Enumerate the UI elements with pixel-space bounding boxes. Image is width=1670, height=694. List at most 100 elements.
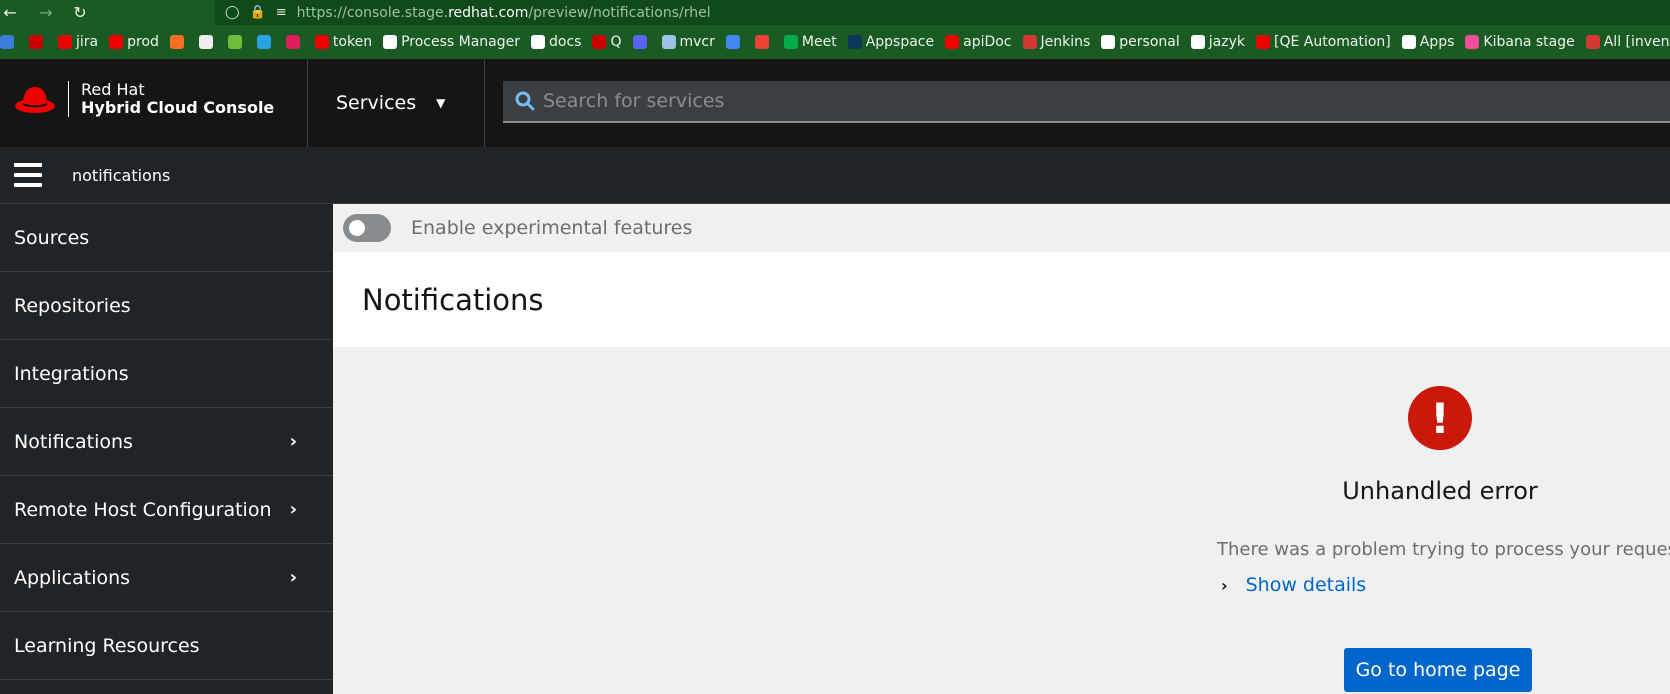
bookmark-item[interactable]: personal xyxy=(1101,34,1180,50)
bookmark-item[interactable] xyxy=(198,35,217,49)
go-home-button[interactable]: Go to home page xyxy=(1344,648,1532,692)
bookmark-label: docs xyxy=(549,34,582,50)
masthead: Red Hat Hybrid Cloud Console Services ▼ xyxy=(0,59,1670,147)
permissions-icon[interactable]: ≡ xyxy=(276,5,287,20)
sub-header: notifications xyxy=(0,147,1670,204)
chevron-right-icon: › xyxy=(289,567,297,588)
bookmark-item[interactable]: mvcr xyxy=(661,34,715,50)
bookmark-item[interactable] xyxy=(725,35,744,49)
bookmark-item[interactable]: jira xyxy=(58,34,98,50)
bookmark-label: Meet xyxy=(801,34,837,50)
bookmark-item[interactable]: apiDoc xyxy=(945,34,1012,50)
bookmark-label: Process Manager xyxy=(401,34,521,50)
bookmark-item[interactable]: Q xyxy=(592,34,622,50)
show-details-toggle[interactable]: › Show details xyxy=(1221,574,1366,596)
bookmark-icon xyxy=(1022,35,1037,49)
sidebar-item[interactable]: Applications › xyxy=(0,544,333,612)
bookmark-label: token xyxy=(332,34,373,50)
bookmark-item[interactable] xyxy=(227,35,246,49)
bookmark-icon xyxy=(1101,35,1116,49)
arrow-left-icon[interactable]: ← xyxy=(0,3,20,22)
error-title: Unhandled error xyxy=(1342,477,1538,505)
page-header: Notifications xyxy=(333,252,1670,347)
browser-nav: ← → ↻ xyxy=(0,3,90,22)
bookmark-icon xyxy=(632,35,647,49)
arrow-right-icon[interactable]: → xyxy=(36,3,56,22)
bookmark-item[interactable] xyxy=(285,35,304,49)
bookmark-label: Apps xyxy=(1419,34,1455,50)
bookmark-icon xyxy=(109,35,124,49)
sidebar-item[interactable]: Notifications › xyxy=(0,408,333,476)
bookmark-icon xyxy=(383,35,398,49)
main-content: Enable experimental features Notificatio… xyxy=(333,204,1670,694)
bookmark-label: Jenkins xyxy=(1040,34,1091,50)
bookmark-item[interactable]: docs xyxy=(531,34,581,50)
sidebar-item-label: Notifications xyxy=(14,430,133,453)
bookmark-label: mvcr xyxy=(679,34,715,50)
sidebar-item-label: Applications xyxy=(14,566,131,589)
bookmark-label: Appspace xyxy=(865,34,935,50)
experimental-bar: Enable experimental features xyxy=(333,204,1670,252)
services-label: Services xyxy=(336,92,417,114)
bookmark-item[interactable]: prod xyxy=(109,34,159,50)
sidebar-item[interactable]: Sources xyxy=(0,204,333,272)
search-box[interactable] xyxy=(503,81,1670,123)
bookmark-icon xyxy=(531,35,546,49)
bookmark-label: personal xyxy=(1119,34,1180,50)
bookmark-item[interactable]: All [inventory xyxy=(1585,34,1670,50)
bookmark-item[interactable]: token xyxy=(314,34,373,50)
bookmark-item[interactable]: Apps xyxy=(1401,34,1455,50)
lock-icon: 🔒 xyxy=(249,5,266,20)
bookmark-icon xyxy=(1255,35,1270,49)
bookmark-icon xyxy=(661,35,676,49)
bookmark-label: jira xyxy=(76,34,99,50)
bookmark-icon xyxy=(945,35,960,49)
brand-divider xyxy=(68,81,69,117)
bookmark-item[interactable] xyxy=(169,35,188,49)
bookmark-item[interactable]: Process Manager xyxy=(383,34,520,50)
bookmark-icon xyxy=(725,35,740,49)
sidebar-item[interactable]: Remote Host Configuration › xyxy=(0,476,333,544)
bookmark-item[interactable]: [QE Automation] xyxy=(1255,34,1391,50)
bookmark-label: jazyk xyxy=(1208,34,1245,50)
bookmark-icon xyxy=(285,35,300,49)
bookmark-item[interactable] xyxy=(0,35,18,49)
search-icon xyxy=(515,91,535,111)
sidebar: Sources Repositories Integrations Notificat… xyxy=(0,204,333,694)
bookmark-icon xyxy=(314,35,329,49)
services-dropdown[interactable]: Services ▼ xyxy=(307,59,485,147)
error-message: There was a problem trying to process yo… xyxy=(1217,539,1670,560)
bookmark-icon xyxy=(227,35,242,49)
bookmark-item[interactable] xyxy=(754,35,773,49)
experimental-toggle[interactable] xyxy=(343,214,391,242)
sidebar-item[interactable]: Repositories xyxy=(0,272,333,340)
bookmark-item[interactable] xyxy=(632,35,651,49)
sidebar-item[interactable]: Integrations xyxy=(0,340,333,408)
reload-icon[interactable]: ↻ xyxy=(70,3,90,22)
chevron-right-icon: › xyxy=(289,431,297,452)
sidebar-item-label: Remote Host Configuration xyxy=(14,498,272,521)
show-details-link[interactable]: Show details xyxy=(1246,574,1367,596)
bookmark-icon xyxy=(783,35,798,49)
address-bar[interactable]: ◯ 🔒 ≡ https://console.stage.redhat.com/p… xyxy=(215,0,1670,25)
bookmark-item[interactable] xyxy=(256,35,275,49)
bookmark-item[interactable]: jazyk xyxy=(1190,34,1245,50)
bookmark-item[interactable]: Meet xyxy=(783,34,837,50)
sidebar-item[interactable]: Learning Resources xyxy=(0,612,333,680)
bookmark-item[interactable] xyxy=(29,35,47,49)
chevron-right-icon: › xyxy=(1221,575,1228,595)
bookmark-icon xyxy=(847,35,862,49)
browser-toolbar: ← → ↻ ◯ 🔒 ≡ https://console.stage.redhat… xyxy=(0,0,1670,25)
brand-logo[interactable]: Red Hat Hybrid Cloud Console xyxy=(14,81,274,117)
bookmark-icon xyxy=(1190,35,1205,49)
bookmark-icon xyxy=(256,35,271,49)
bookmark-item[interactable]: Jenkins xyxy=(1022,34,1091,50)
bookmark-icon xyxy=(169,35,184,49)
search-input[interactable] xyxy=(543,90,1443,112)
bookmark-label: Q xyxy=(610,34,622,50)
bookmark-item[interactable]: Kibana stage xyxy=(1465,34,1575,50)
hamburger-menu-icon[interactable] xyxy=(14,163,42,187)
bookmark-item[interactable]: Appspace xyxy=(847,34,935,50)
sidebar-item-label: Integrations xyxy=(14,362,129,385)
address-text[interactable]: https://console.stage.redhat.com/preview… xyxy=(297,5,711,21)
